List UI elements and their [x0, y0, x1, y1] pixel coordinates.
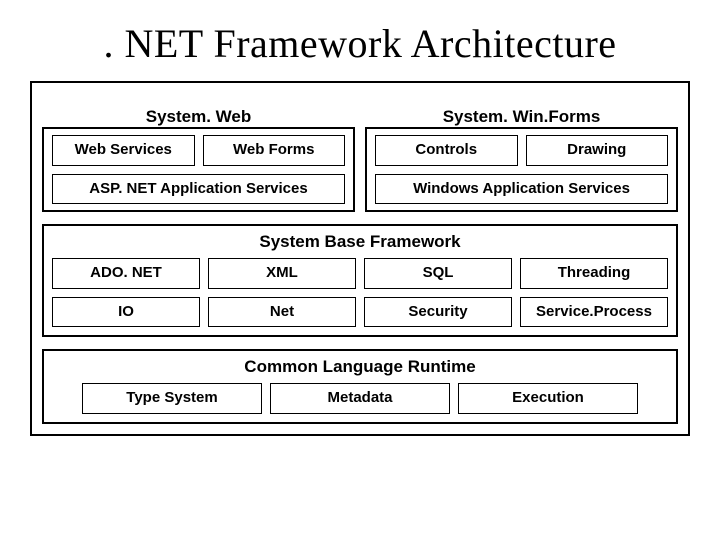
metadata-cell: Metadata: [270, 383, 450, 414]
web-services-cell: Web Services: [52, 135, 195, 166]
system-winforms-row2: Windows Application Services: [375, 174, 668, 205]
io-cell: IO: [52, 297, 200, 328]
controls-cell: Controls: [375, 135, 518, 166]
system-web-title: System. Web: [44, 107, 353, 127]
clr-row: Type System Metadata Execution: [52, 383, 668, 414]
base-framework-box: System Base Framework ADO. NET XML SQL T…: [42, 224, 678, 337]
xml-cell: XML: [208, 258, 356, 289]
clr-title: Common Language Runtime: [52, 357, 668, 377]
drawing-cell: Drawing: [526, 135, 669, 166]
system-winforms-row1: Controls Drawing: [375, 135, 668, 166]
system-winforms-box: System. Win.Forms Controls Drawing Windo…: [365, 127, 678, 212]
net-cell: Net: [208, 297, 356, 328]
windows-app-services-cell: Windows Application Services: [375, 174, 668, 205]
diagram-outer: System. Web Web Services Web Forms ASP. …: [30, 81, 690, 436]
system-web-row2: ASP. NET Application Services: [52, 174, 345, 205]
web-forms-cell: Web Forms: [203, 135, 346, 166]
serviceprocess-cell: Service.Process: [520, 297, 668, 328]
security-cell: Security: [364, 297, 512, 328]
system-winforms-title: System. Win.Forms: [367, 107, 676, 127]
top-row: System. Web Web Services Web Forms ASP. …: [42, 127, 678, 212]
base-row2: IO Net Security Service.Process: [52, 297, 668, 328]
page-title: . NET Framework Architecture: [30, 20, 690, 67]
base-row1: ADO. NET XML SQL Threading: [52, 258, 668, 289]
type-system-cell: Type System: [82, 383, 262, 414]
base-framework-title: System Base Framework: [52, 232, 668, 252]
sql-cell: SQL: [364, 258, 512, 289]
execution-cell: Execution: [458, 383, 638, 414]
adonet-cell: ADO. NET: [52, 258, 200, 289]
system-web-box: System. Web Web Services Web Forms ASP. …: [42, 127, 355, 212]
system-web-row1: Web Services Web Forms: [52, 135, 345, 166]
aspnet-app-services-cell: ASP. NET Application Services: [52, 174, 345, 205]
threading-cell: Threading: [520, 258, 668, 289]
clr-box: Common Language Runtime Type System Meta…: [42, 349, 678, 424]
